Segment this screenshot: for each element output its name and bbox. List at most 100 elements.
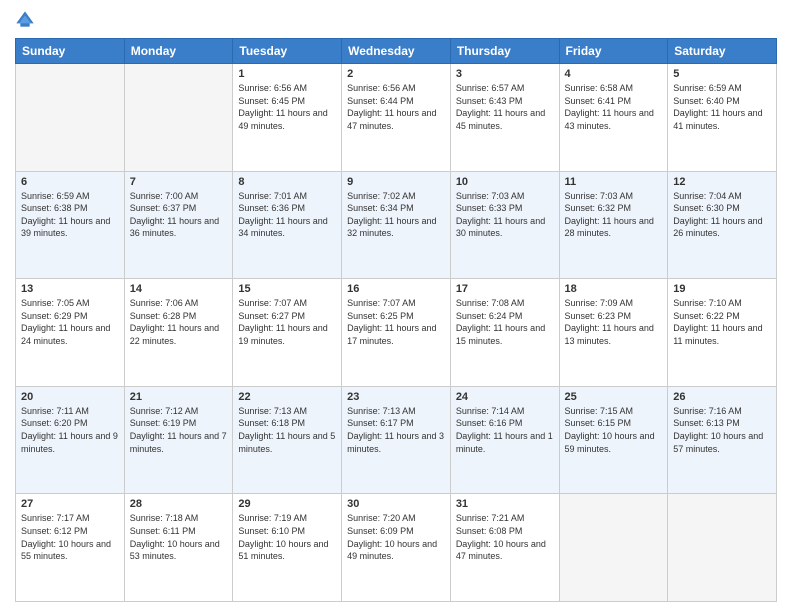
calendar-cell [559,494,668,602]
calendar-cell: 6 Sunrise: 6:59 AMSunset: 6:38 PMDaylight… [16,171,125,279]
calendar-week-row: 20 Sunrise: 7:11 AMSunset: 6:20 PMDayligh… [16,386,777,494]
day-number: 26 [673,391,771,403]
day-number: 8 [238,176,336,188]
day-number: 15 [238,283,336,295]
day-info: Sunrise: 6:58 AMSunset: 6:41 PMDaylight:… [565,82,663,132]
day-number: 11 [565,176,663,188]
day-number: 2 [347,68,445,80]
calendar-cell: 4 Sunrise: 6:58 AMSunset: 6:41 PMDaylight… [559,64,668,172]
day-number: 19 [673,283,771,295]
day-info: Sunrise: 7:13 AMSunset: 6:17 PMDaylight:… [347,405,445,455]
day-info: Sunrise: 7:13 AMSunset: 6:18 PMDaylight:… [238,405,336,455]
calendar-cell [668,494,777,602]
calendar-cell: 30 Sunrise: 7:20 AMSunset: 6:09 PMDayligh… [342,494,451,602]
day-info: Sunrise: 7:07 AMSunset: 6:27 PMDaylight:… [238,297,336,347]
day-info: Sunrise: 6:59 AMSunset: 6:40 PMDaylight:… [673,82,771,132]
calendar-week-row: 27 Sunrise: 7:17 AMSunset: 6:12 PMDayligh… [16,494,777,602]
day-info: Sunrise: 7:11 AMSunset: 6:20 PMDaylight:… [21,405,119,455]
header [15,10,777,30]
calendar-cell: 12 Sunrise: 7:04 AMSunset: 6:30 PMDayligh… [668,171,777,279]
day-number: 30 [347,498,445,510]
day-number: 29 [238,498,336,510]
day-info: Sunrise: 6:57 AMSunset: 6:43 PMDaylight:… [456,82,554,132]
calendar-cell: 3 Sunrise: 6:57 AMSunset: 6:43 PMDaylight… [450,64,559,172]
calendar-cell: 24 Sunrise: 7:14 AMSunset: 6:16 PMDayligh… [450,386,559,494]
weekday-header-friday: Friday [559,39,668,64]
day-info: Sunrise: 6:56 AMSunset: 6:44 PMDaylight:… [347,82,445,132]
day-info: Sunrise: 7:14 AMSunset: 6:16 PMDaylight:… [456,405,554,455]
calendar-cell: 21Sunrise: 7:12 AMSunset: 6:19 PMDayligh… [124,386,233,494]
logo [15,10,37,30]
weekday-header-wednesday: Wednesday [342,39,451,64]
calendar-cell: 16Sunrise: 7:07 AMSunset: 6:25 PMDayligh… [342,279,451,387]
weekday-header-sunday: Sunday [16,39,125,64]
day-number: 7 [130,176,228,188]
calendar-cell: 19 Sunrise: 7:10 AMSunset: 6:22 PMDayligh… [668,279,777,387]
calendar-cell: 22 Sunrise: 7:13 AMSunset: 6:18 PMDayligh… [233,386,342,494]
day-number: 27 [21,498,119,510]
calendar-cell: 8 Sunrise: 7:01 AMSunset: 6:36 PMDaylight… [233,171,342,279]
day-info: Sunrise: 7:16 AMSunset: 6:13 PMDaylight:… [673,405,771,455]
calendar-cell: 14Sunrise: 7:06 AMSunset: 6:28 PMDayligh… [124,279,233,387]
day-info: Sunrise: 7:06 AMSunset: 6:28 PMDaylight:… [130,297,228,347]
day-number: 9 [347,176,445,188]
day-number: 20 [21,391,119,403]
day-info: Sunrise: 6:59 AMSunset: 6:38 PMDaylight:… [21,190,119,240]
weekday-header-thursday: Thursday [450,39,559,64]
day-number: 28 [130,498,228,510]
day-number: 23 [347,391,445,403]
day-number: 6 [21,176,119,188]
day-number: 4 [565,68,663,80]
calendar-cell: 2 Sunrise: 6:56 AMSunset: 6:44 PMDaylight… [342,64,451,172]
day-info: Sunrise: 7:19 AMSunset: 6:10 PMDaylight:… [238,512,336,562]
day-info: Sunrise: 7:17 AMSunset: 6:12 PMDaylight:… [21,512,119,562]
logo-icon [15,10,35,30]
day-info: Sunrise: 7:09 AMSunset: 6:23 PMDaylight:… [565,297,663,347]
day-number: 25 [565,391,663,403]
calendar-week-row: 1Sunrise: 6:56 AMSunset: 6:45 PMDaylight… [16,64,777,172]
calendar-cell: 25 Sunrise: 7:15 AMSunset: 6:15 PMDayligh… [559,386,668,494]
day-info: Sunrise: 7:01 AMSunset: 6:36 PMDaylight:… [238,190,336,240]
day-info: Sunrise: 7:12 AMSunset: 6:19 PMDaylight:… [130,405,228,455]
calendar-cell: 20 Sunrise: 7:11 AMSunset: 6:20 PMDayligh… [16,386,125,494]
calendar-cell: 5 Sunrise: 6:59 AMSunset: 6:40 PMDaylight… [668,64,777,172]
calendar-cell: 31Sunrise: 7:21 AMSunset: 6:08 PMDayligh… [450,494,559,602]
day-info: Sunrise: 7:02 AMSunset: 6:34 PMDaylight:… [347,190,445,240]
calendar-cell: 17Sunrise: 7:08 AMSunset: 6:24 PMDayligh… [450,279,559,387]
calendar-cell: 23 Sunrise: 7:13 AMSunset: 6:17 PMDayligh… [342,386,451,494]
calendar-cell: 27 Sunrise: 7:17 AMSunset: 6:12 PMDayligh… [16,494,125,602]
calendar-cell [124,64,233,172]
calendar-week-row: 6 Sunrise: 6:59 AMSunset: 6:38 PMDaylight… [16,171,777,279]
day-info: Sunrise: 6:56 AMSunset: 6:45 PMDaylight:… [238,82,336,132]
calendar-cell: 29 Sunrise: 7:19 AMSunset: 6:10 PMDayligh… [233,494,342,602]
day-number: 12 [673,176,771,188]
calendar-cell: 15 Sunrise: 7:07 AMSunset: 6:27 PMDayligh… [233,279,342,387]
calendar-cell: 26 Sunrise: 7:16 AMSunset: 6:13 PMDayligh… [668,386,777,494]
day-number: 22 [238,391,336,403]
day-info: Sunrise: 7:03 AMSunset: 6:32 PMDaylight:… [565,190,663,240]
day-info: Sunrise: 7:05 AMSunset: 6:29 PMDaylight:… [21,297,119,347]
day-info: Sunrise: 7:10 AMSunset: 6:22 PMDaylight:… [673,297,771,347]
weekday-header-tuesday: Tuesday [233,39,342,64]
day-number: 24 [456,391,554,403]
calendar-cell: 7 Sunrise: 7:00 AMSunset: 6:37 PMDaylight… [124,171,233,279]
day-info: Sunrise: 7:00 AMSunset: 6:37 PMDaylight:… [130,190,228,240]
day-number: 17 [456,283,554,295]
day-info: Sunrise: 7:18 AMSunset: 6:11 PMDaylight:… [130,512,228,562]
day-number: 16 [347,283,445,295]
weekday-header-row: SundayMondayTuesdayWednesdayThursdayFrid… [16,39,777,64]
calendar-cell: 28 Sunrise: 7:18 AMSunset: 6:11 PMDayligh… [124,494,233,602]
calendar-week-row: 13 Sunrise: 7:05 AMSunset: 6:29 PMDayligh… [16,279,777,387]
calendar-cell: 11 Sunrise: 7:03 AMSunset: 6:32 PMDayligh… [559,171,668,279]
day-info: Sunrise: 7:15 AMSunset: 6:15 PMDaylight:… [565,405,663,455]
day-number: 3 [456,68,554,80]
day-info: Sunrise: 7:21 AMSunset: 6:08 PMDaylight:… [456,512,554,562]
day-number: 13 [21,283,119,295]
day-info: Sunrise: 7:20 AMSunset: 6:09 PMDaylight:… [347,512,445,562]
calendar-cell: 13 Sunrise: 7:05 AMSunset: 6:29 PMDayligh… [16,279,125,387]
day-number: 18 [565,283,663,295]
calendar-cell: 1Sunrise: 6:56 AMSunset: 6:45 PMDaylight… [233,64,342,172]
calendar-cell: 9 Sunrise: 7:02 AMSunset: 6:34 PMDaylight… [342,171,451,279]
day-info: Sunrise: 7:04 AMSunset: 6:30 PMDaylight:… [673,190,771,240]
day-number: 5 [673,68,771,80]
